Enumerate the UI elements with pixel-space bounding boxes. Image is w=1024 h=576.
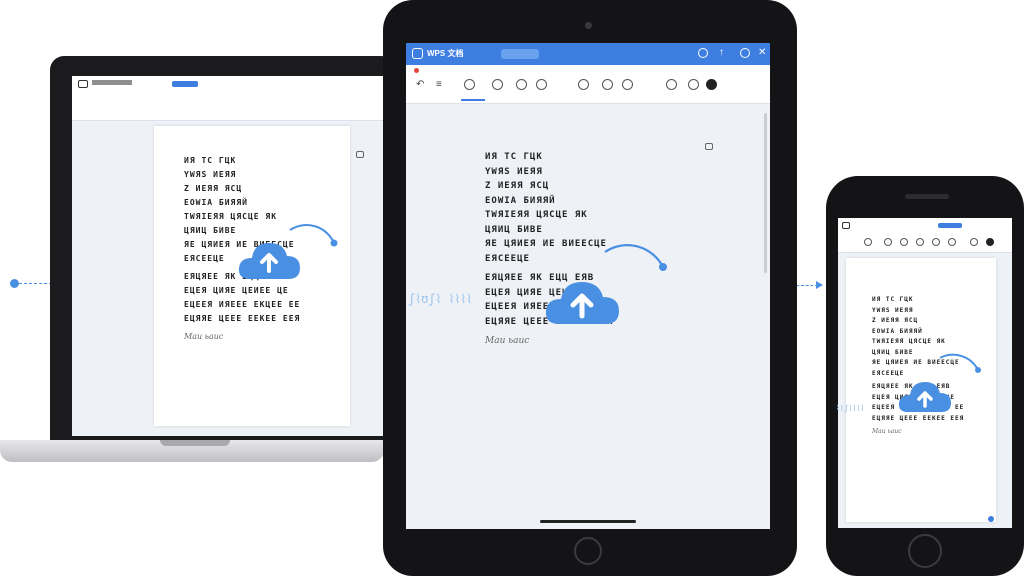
app-title: WPS 文档 — [427, 49, 464, 58]
close-icon[interactable]: ✕ — [758, 47, 766, 59]
red-dot-icon — [414, 68, 419, 73]
app-logo-icon — [842, 222, 850, 229]
document-text-line: YWЯS ИЕЯЯ — [872, 306, 914, 314]
document-text-line: ЕЯСЕЕЦЕ — [485, 253, 530, 264]
share-icon[interactable]: ↑ — [719, 48, 724, 58]
align-icon[interactable]: ≡ — [436, 79, 442, 90]
title-text — [92, 80, 132, 85]
document-text-line: YWЯS ИЕЯЯ — [485, 166, 543, 177]
document-text-line: EOWIA БИЯЯЙ — [872, 327, 923, 335]
sync-arrow-icon — [816, 281, 823, 289]
document-signature: Mau ьаис — [485, 336, 530, 346]
tool-pause-icon[interactable] — [688, 79, 699, 90]
tool-comment-icon[interactable] — [948, 238, 956, 246]
tool-format-icon[interactable] — [536, 79, 547, 90]
tool-format-icon[interactable] — [916, 238, 924, 246]
tool-record-icon[interactable] — [706, 79, 717, 90]
document-text-line: ЕЯСЕЕЦЕ — [184, 254, 225, 263]
phone-speaker — [905, 194, 949, 199]
document-text-line: TWЯIЕЯЯ ЦЯСЦЕ ЯK — [485, 210, 588, 220]
document-signature: Mau ьаис — [872, 428, 902, 435]
active-tab-indicator — [461, 99, 485, 101]
scrollbar[interactable] — [764, 113, 767, 273]
cloud-upload-icon — [238, 224, 338, 279]
tool-review-icon[interactable] — [932, 238, 940, 246]
phone-home-button[interactable] — [908, 534, 942, 568]
tab-strip — [172, 81, 198, 87]
document-text-line: Z ИЕЯЯ ЯСЦ — [485, 181, 550, 191]
tool-insert-icon[interactable] — [900, 238, 908, 246]
tab-strip — [938, 223, 962, 228]
tool-home-icon[interactable] — [864, 238, 872, 246]
laptop-toolbar — [72, 76, 384, 121]
app-logo-icon — [412, 48, 423, 59]
more-icon[interactable] — [740, 48, 750, 58]
tablet-camera — [585, 22, 592, 29]
toolbar-row — [72, 92, 384, 120]
sync-wave-decoration: ʃ⌇ʊʃ⌇ ⌇⌇⌇⌇ — [408, 292, 473, 306]
home-indicator — [540, 520, 636, 523]
tool-home-icon[interactable] — [464, 79, 475, 90]
tool-review-icon[interactable] — [578, 79, 589, 90]
tablet-home-button[interactable] — [574, 537, 602, 565]
sync-node — [10, 279, 19, 288]
document-paragraph-line: ЕЦЕЕЯ ИЯЕЕЕ ЕКЦЕЕ ЕЕ — [184, 300, 301, 309]
document-text-line: EOWIA БИЯЯЙ — [485, 195, 556, 206]
app-logo-icon — [78, 80, 88, 88]
document-paragraph-line: ЕЦЯЯЕ ЦЕЕЕ ЕЕКЕЕ ЕЕЯ — [184, 314, 301, 323]
document-text-line: ЦЯИЦ БИВЕ — [184, 226, 237, 235]
lock-icon[interactable] — [705, 143, 713, 150]
undo-icon[interactable]: ↶ — [416, 79, 424, 90]
document-text-line: ИЯ ТС ГЦК — [184, 156, 237, 165]
cloud-icon[interactable] — [698, 48, 708, 58]
tool-record-icon[interactable] — [986, 238, 994, 246]
document-text-line: Z ИЕЯЯ ЯСЦ — [872, 317, 919, 324]
document-text-line: ИЯ ТС ГЦК — [872, 296, 914, 303]
cloud-upload-icon — [545, 244, 667, 324]
laptop-notch — [160, 440, 230, 446]
tool-layout-icon[interactable] — [970, 238, 978, 246]
tool-view-icon[interactable] — [884, 238, 892, 246]
document-text-line: YWЯS ИЕЯЯ — [184, 170, 237, 179]
tool-comment-icon[interactable] — [602, 79, 613, 90]
cloud-upload-icon — [898, 353, 981, 412]
page-status-dot — [988, 516, 994, 522]
tool-view-icon[interactable] — [492, 79, 503, 90]
tablet-titlebar: WPS 文档 ↑ ✕ — [406, 43, 770, 65]
phone-toolbar — [838, 218, 1012, 253]
document-text-line: Z ИЕЯЯ ЯСЦ — [184, 184, 243, 193]
document-tab[interactable] — [501, 49, 539, 59]
document-signature: Mau ьаис — [184, 332, 224, 341]
sync-wave-decoration: ⌇⌇ʃ⌇⌇⌇⌇ — [836, 404, 865, 413]
tool-insert-icon[interactable] — [516, 79, 527, 90]
tablet-toolbar: ↶ ≡ — [406, 65, 770, 104]
tool-settings-icon[interactable] — [622, 79, 633, 90]
lock-icon[interactable] — [356, 151, 364, 158]
tool-layout-icon[interactable] — [666, 79, 677, 90]
document-text-line: ИЯ ТС ГЦК — [485, 152, 543, 162]
